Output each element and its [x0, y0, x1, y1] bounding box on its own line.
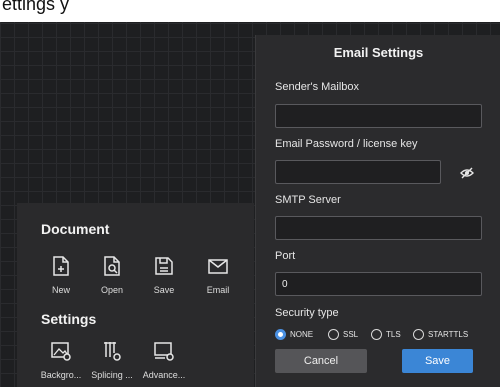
radio-tls-dot [371, 329, 382, 340]
splicing-settings-icon [104, 342, 121, 361]
save-document-button[interactable]: Save [139, 255, 189, 295]
background-label: Backgro... [40, 370, 82, 380]
radio-starttls-dot [413, 329, 424, 340]
advanced-settings-button[interactable]: Advance... [139, 340, 189, 380]
email-icon [208, 259, 228, 274]
email-label: Email [206, 285, 230, 295]
smtp-server-label: SMTP Server [275, 194, 341, 206]
save-label: Save [153, 285, 175, 295]
email-button[interactable]: Email [193, 255, 243, 295]
radio-tls-label: TLS [386, 330, 401, 339]
radio-starttls-label: STARTTLS [428, 330, 469, 339]
open-file-icon [104, 256, 120, 276]
sender-mailbox-input[interactable] [275, 104, 482, 128]
new-document-button[interactable]: New [36, 255, 86, 295]
open-document-button[interactable]: Open [87, 255, 137, 295]
radio-none-label: NONE [290, 330, 314, 339]
security-type-label: Security type [275, 307, 339, 319]
smtp-server-input[interactable] [275, 216, 482, 240]
hide-password-icon[interactable] [460, 167, 474, 179]
cancel-button[interactable]: Cancel [275, 349, 367, 373]
save-icon [155, 257, 173, 275]
save-button[interactable]: Save [402, 349, 473, 373]
open-label: Open [100, 285, 124, 295]
document-section-title: Document [41, 221, 110, 237]
email-settings-dialog: Email Settings Sender's Mailbox Email Pa… [255, 35, 500, 387]
background-settings-button[interactable]: Backgro... [36, 340, 86, 380]
top-bar-title: ettings y [2, 0, 70, 14]
port-input[interactable] [275, 272, 482, 296]
splicing-settings-button[interactable]: Splicing ... [87, 340, 137, 380]
radio-ssl-label: SSL [343, 330, 359, 339]
advanced-label: Advance... [142, 370, 186, 380]
dialog-title: Email Settings [333, 45, 424, 60]
new-label: New [51, 285, 70, 295]
port-label: Port [275, 250, 296, 262]
password-label: Email Password / license key [275, 138, 418, 150]
radio-ssl-dot [328, 329, 339, 340]
tools-panel: Document New Open Save Email Settings Ba… [17, 203, 254, 387]
splicing-label: Splicing ... [91, 370, 133, 380]
sender-mailbox-label: Sender's Mailbox [275, 81, 360, 93]
radio-none-dot [275, 329, 286, 340]
background-settings-icon [51, 342, 71, 361]
settings-section-title: Settings [41, 311, 97, 327]
new-file-icon [53, 256, 69, 276]
top-bar: ettings y [0, 0, 500, 22]
password-input[interactable] [275, 160, 441, 184]
advanced-settings-icon [154, 342, 174, 361]
